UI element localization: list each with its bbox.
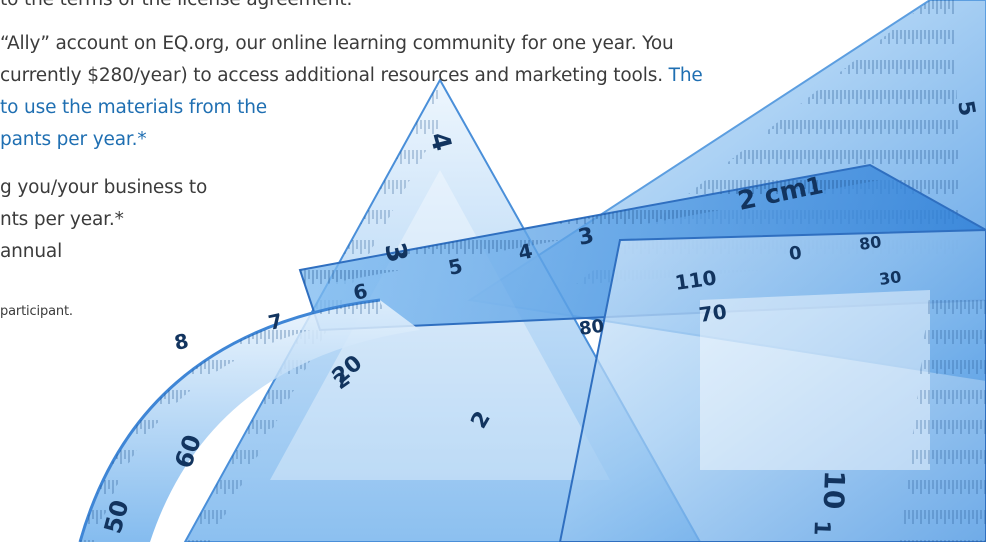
ruler-label: 80 <box>578 316 606 340</box>
text-line-2: “Ally” account on EQ.org, our online lea… <box>0 33 674 54</box>
text-line-4: to use the materials from the <box>0 97 267 118</box>
text-line-1: to the terms of the license agreement. <box>0 0 352 12</box>
small-set-square <box>558 228 986 542</box>
ruler-label: 70 <box>697 299 728 327</box>
text-line-3-main: currently $280/year) to access additiona… <box>0 65 663 86</box>
text-line-5: pants per year.* <box>0 129 147 150</box>
text-line-6: g you/your business to <box>0 177 208 198</box>
footnote: participant. <box>0 304 73 319</box>
ruler-label: 30 <box>878 267 903 289</box>
ruler-label: 10 <box>817 470 851 510</box>
ruler-label: 8 <box>172 329 191 355</box>
ruler-label: 1 <box>808 520 834 536</box>
text-line-7: nts per year.* <box>0 209 124 230</box>
text-line-3-highlight: The <box>668 65 703 86</box>
text-line-3: currently $280/year) to access additiona… <box>0 64 703 88</box>
ruler-label: 80 <box>858 232 883 254</box>
text-line-8: annual <box>0 241 63 262</box>
